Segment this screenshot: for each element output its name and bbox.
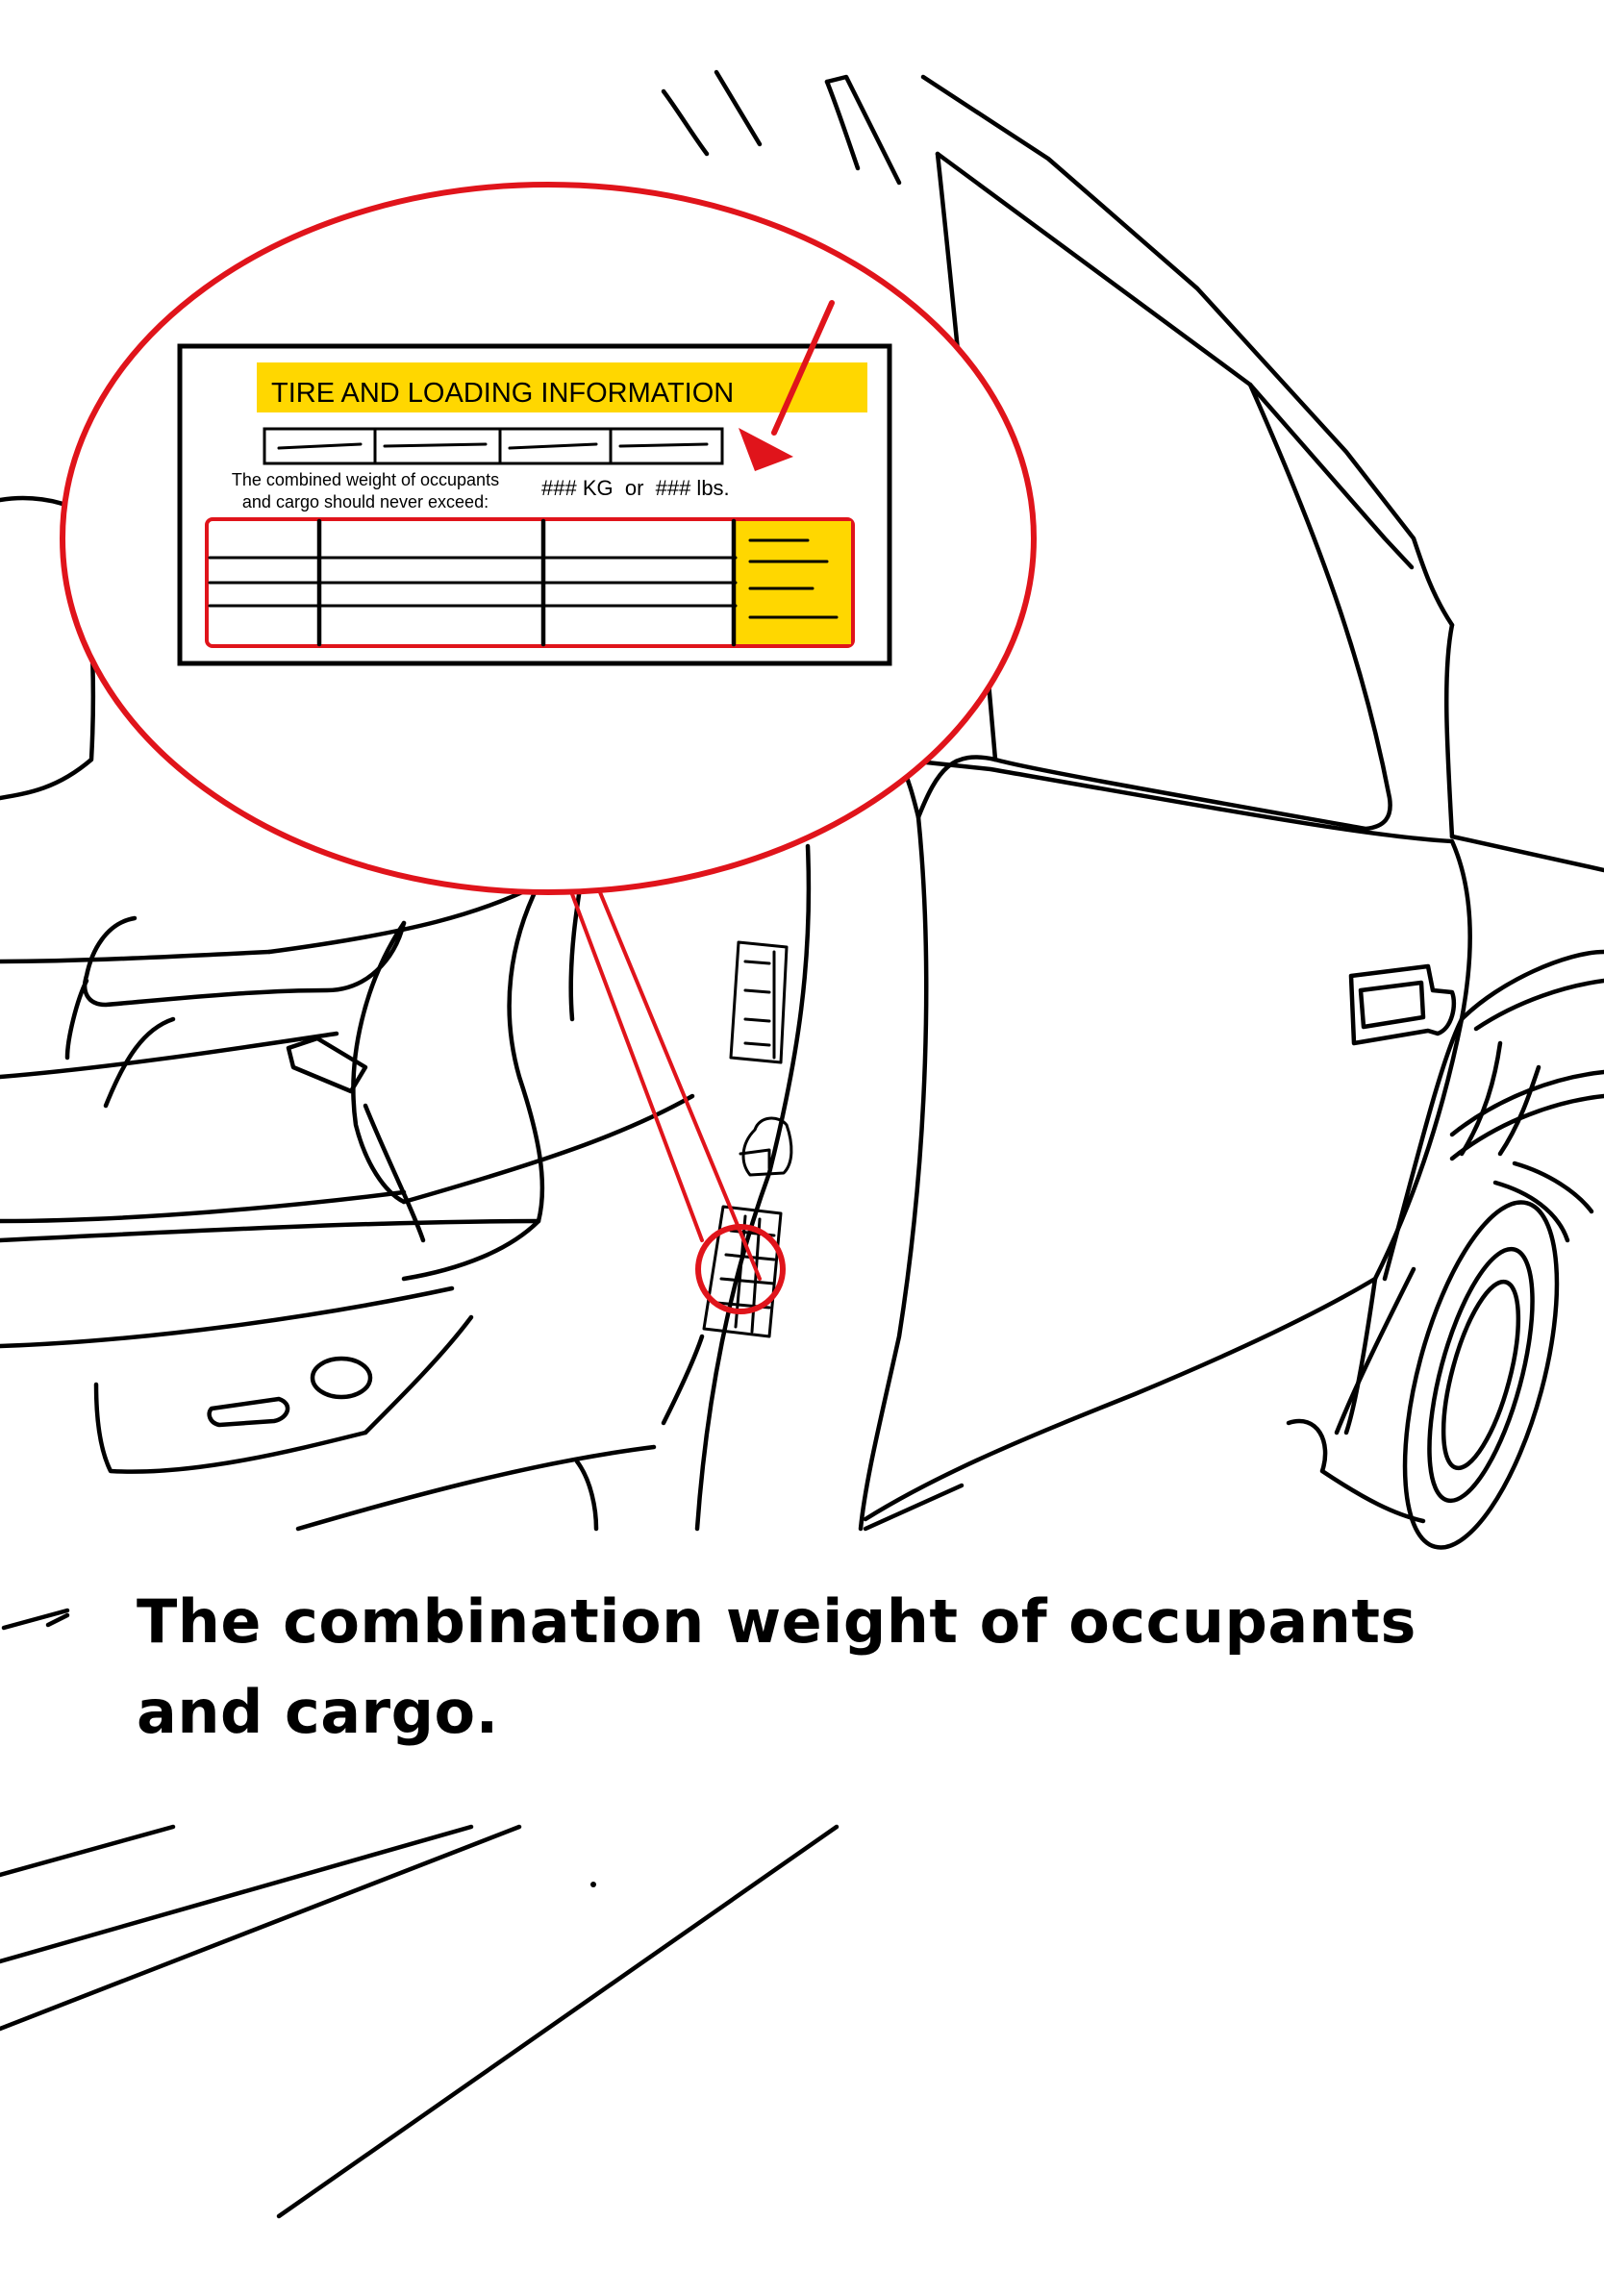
label-limit-line2: and cargo should never exceed: <box>242 492 489 512</box>
caption-text: The combination weight of occupants and … <box>137 1586 1416 1747</box>
label-limit-line1: The combined weight of occupants <box>232 470 499 489</box>
label-title: TIRE AND LOADING INFORMATION <box>271 378 734 409</box>
label-limit-value: ### KG or ### lbs. <box>541 476 730 500</box>
callout-line-left <box>556 854 704 1242</box>
tire-loading-label: TIRE AND LOADING INFORMATION The combine… <box>177 300 892 666</box>
vehicle-door-illustration: TIRE AND LOADING INFORMATION The combine… <box>0 69 1604 2219</box>
